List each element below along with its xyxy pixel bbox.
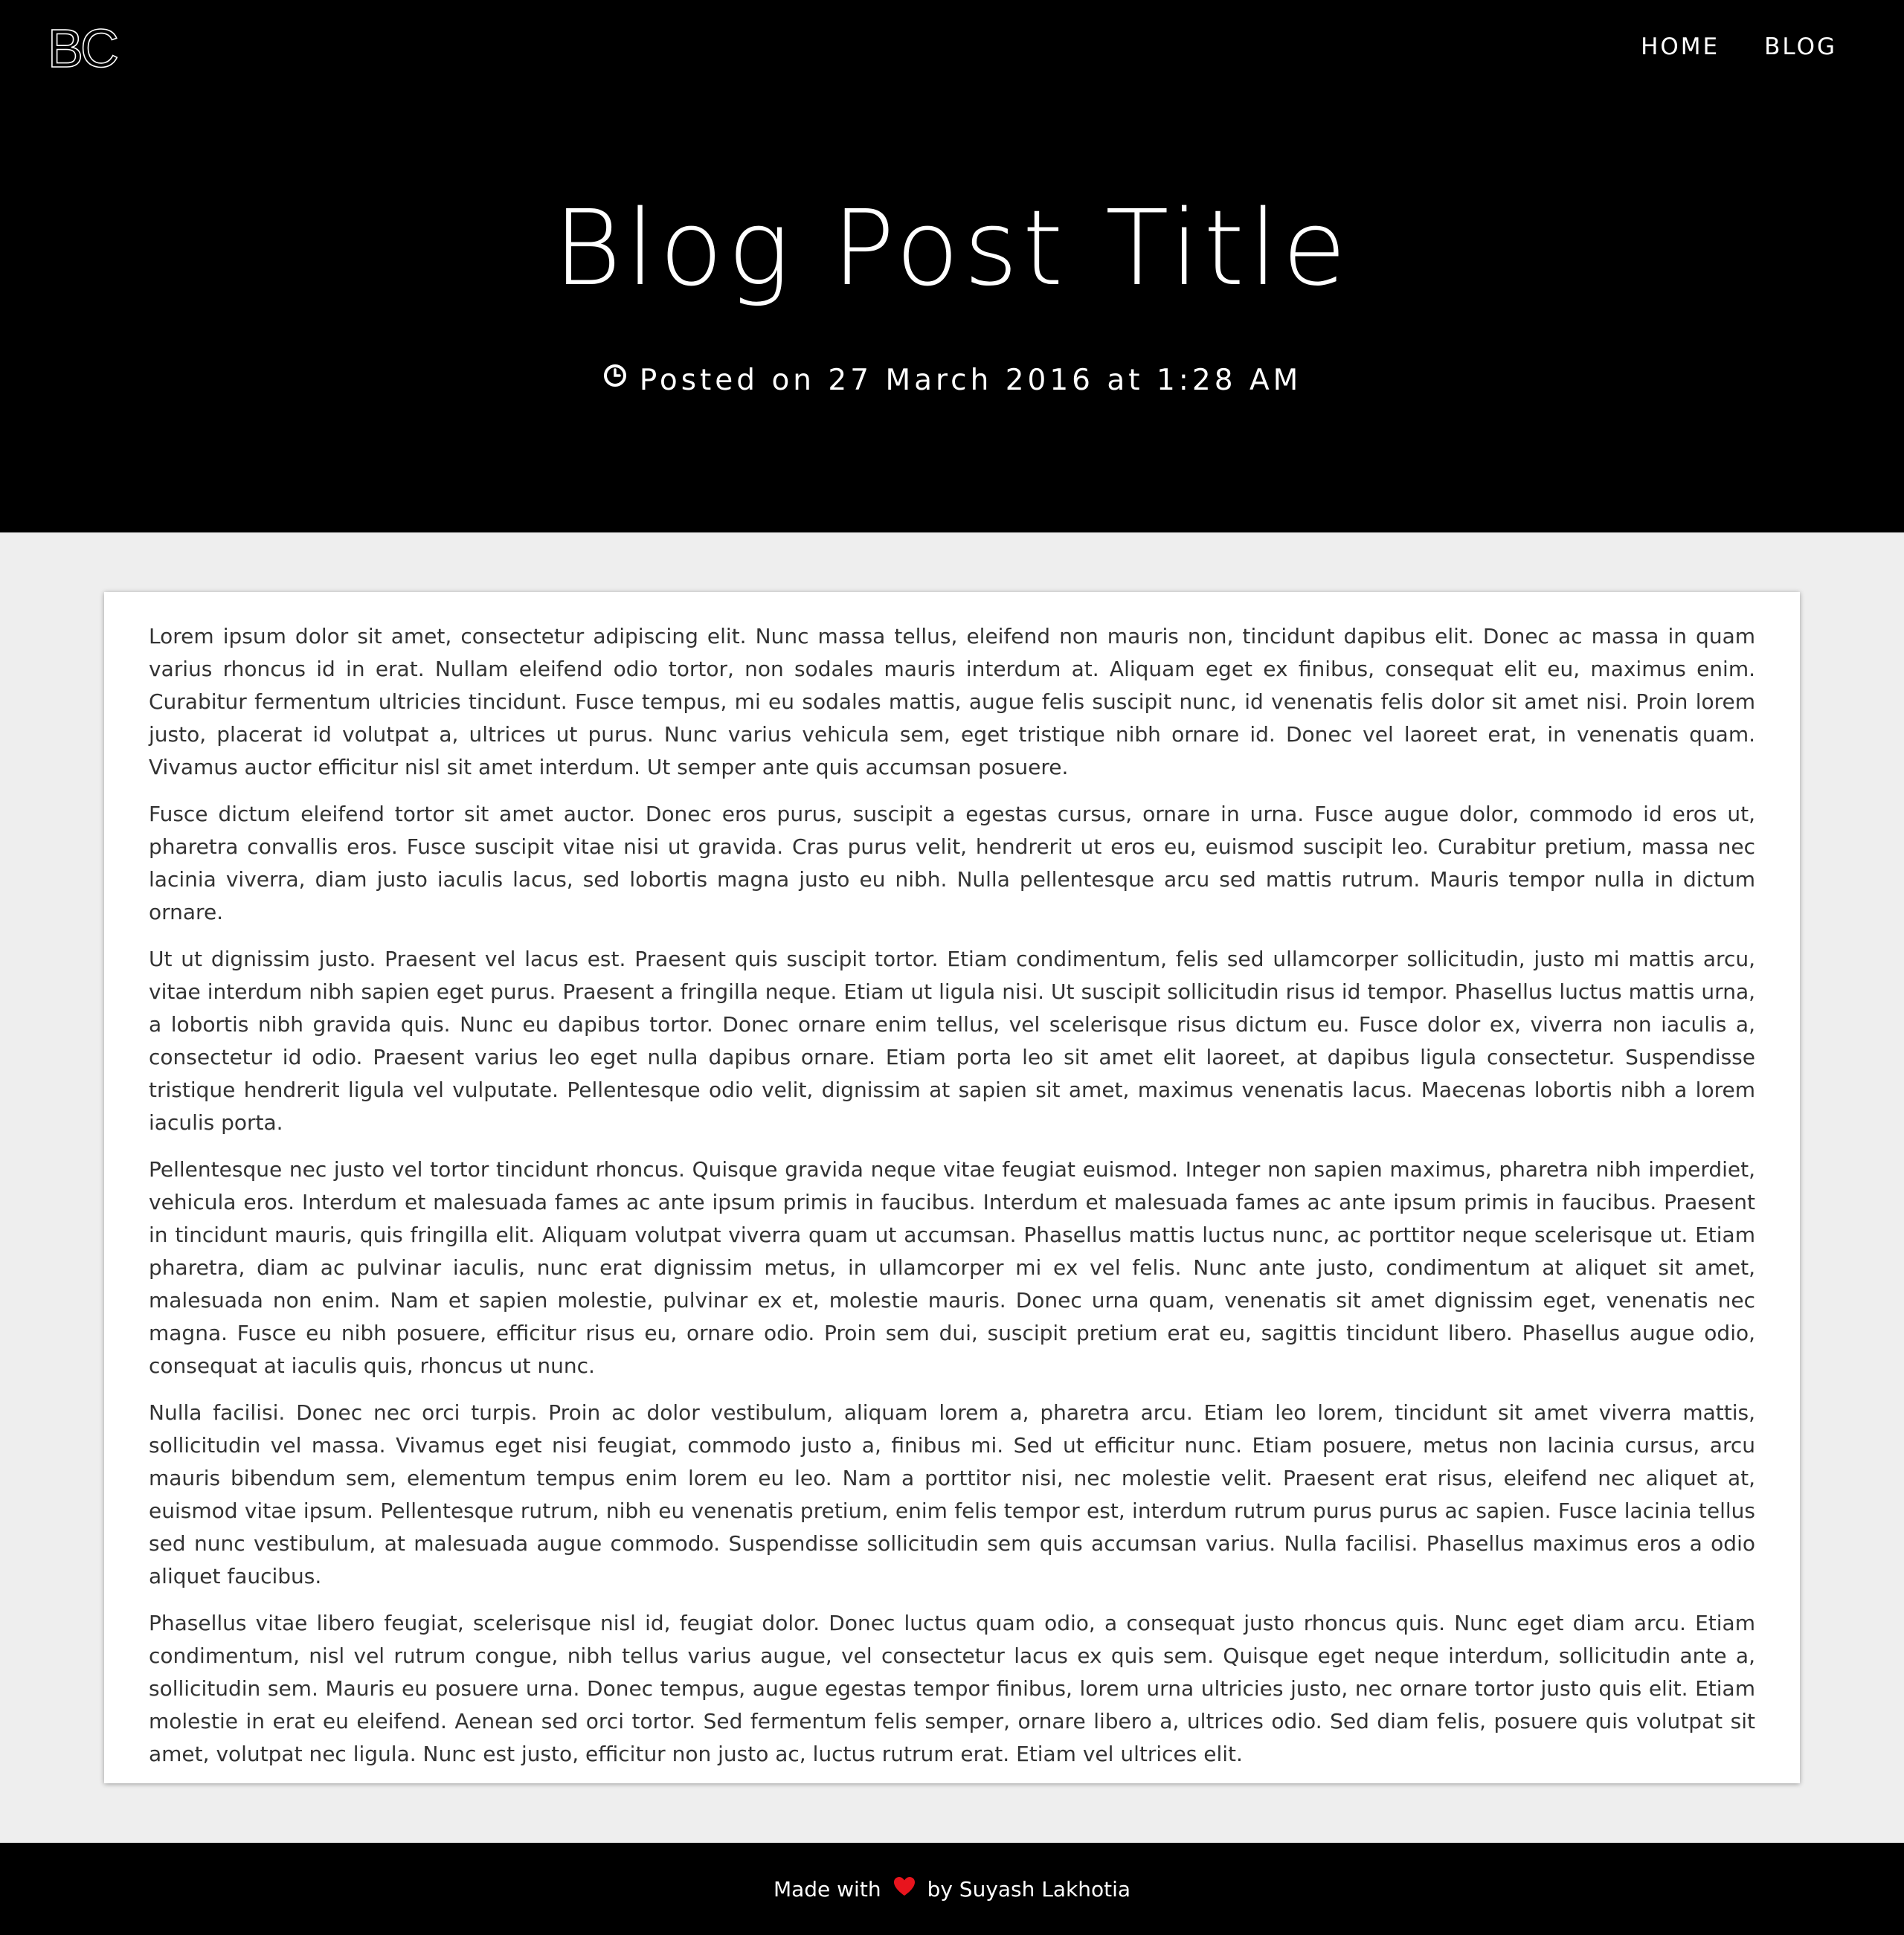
site-footer: Made with by Suyash Lakhotia [0,1843,1904,1935]
post-paragraph: Pellentesque nec justo vel tortor tincid… [149,1157,1755,1378]
post-date: Posted on 27 March 2016 at 1:28 AM [639,364,1302,397]
post-paragraph: Fusce dictum eleifend tortor sit amet au… [149,802,1755,924]
post-meta: Posted on 27 March 2016 at 1:28 AM [0,358,1904,403]
post-paragraph: Nulla facilisi. Donec nec orci turpis. P… [149,1400,1755,1588]
post-content-card: Lorem ipsum dolor sit amet, consectetur … [104,592,1800,1783]
post-title: Blog Post Title [553,188,1351,309]
clock-icon [602,357,628,402]
footer-made-with: Made with [773,1876,881,1902]
post-paragraph: Ut ut dignissim justo. Praesent vel lacu… [149,947,1755,1135]
post-paragraph: Lorem ipsum dolor sit amet, consectetur … [149,624,1755,779]
site-logo[interactable]: BC [47,22,120,77]
nav-home-link[interactable]: HOME [1641,28,1720,65]
footer-author: by Suyash Lakhotia [927,1876,1131,1902]
main-nav: HOME BLOG [1641,28,1837,65]
heart-icon [893,1876,916,1902]
post-paragraph: Phasellus vitae libero feugiat, sceleris… [149,1611,1755,1766]
nav-blog-link[interactable]: BLOG [1764,28,1837,65]
site-header: BC HOME BLOG Blog Post Title Posted on 2… [0,0,1904,532]
